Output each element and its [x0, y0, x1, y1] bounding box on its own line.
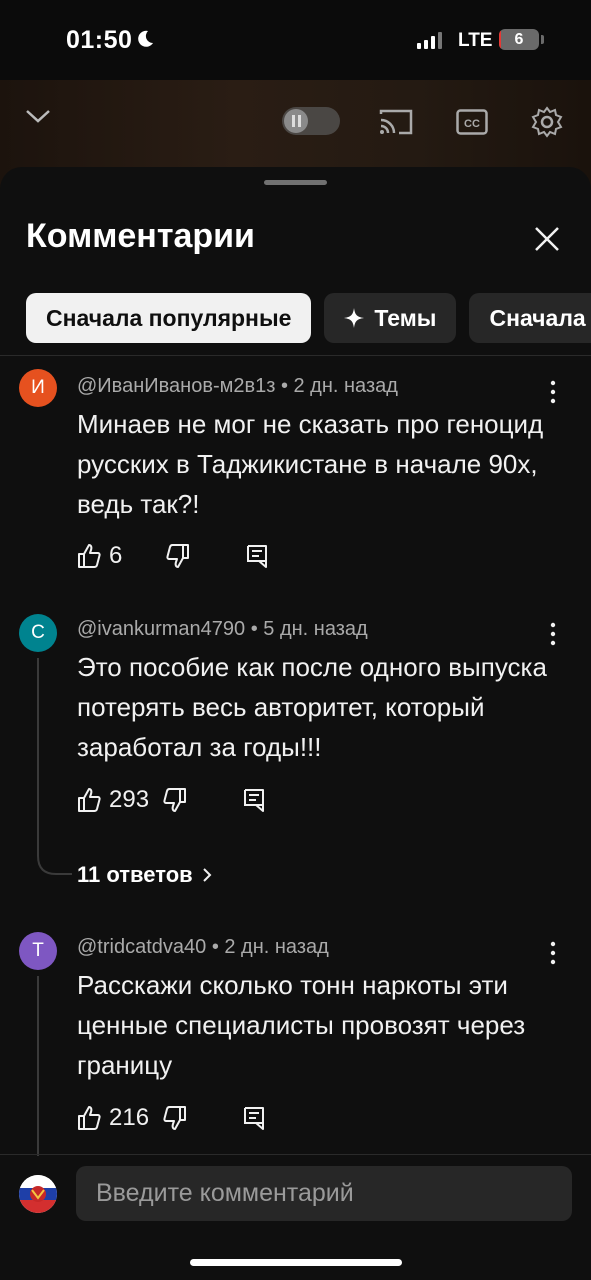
chip-label: Сначала популярные: [46, 305, 292, 331]
reply-button[interactable]: [246, 544, 268, 568]
comment-meta[interactable]: @tridcatdva40 • 2 дн. назад: [77, 936, 329, 959]
close-icon[interactable]: [530, 222, 564, 256]
reply-button[interactable]: [243, 788, 265, 812]
avatar-letter: И: [31, 377, 45, 398]
reply-button[interactable]: [243, 1106, 265, 1130]
sort-chips: Сначала популярные Темы Сначала: [26, 293, 591, 343]
dislike-button[interactable]: [163, 787, 187, 813]
dislike-button[interactable]: [166, 543, 190, 569]
thread-line: [37, 658, 72, 875]
like-button[interactable]: 6: [77, 542, 122, 570]
replies-button[interactable]: 11 ответов: [77, 862, 213, 888]
chip-newest[interactable]: Сначала: [469, 293, 591, 343]
chip-label: Темы: [374, 305, 437, 331]
like-count: 216: [109, 1104, 150, 1131]
thumb-down-icon: [163, 1106, 187, 1130]
avatar-letter: C: [31, 622, 45, 643]
avatar[interactable]: T: [19, 932, 57, 970]
chevron-right-icon: [202, 868, 212, 882]
comment-text: Минаев не мог не сказать про геноцид рус…: [77, 409, 544, 519]
more-vert-icon[interactable]: [541, 938, 565, 968]
chip-label: Сначала: [489, 305, 586, 331]
chip-topics[interactable]: Темы: [324, 293, 457, 343]
thumb-up-icon: [78, 544, 101, 568]
status-bar: 01:50 LTE 6: [0, 0, 591, 80]
moon-icon: [138, 30, 153, 47]
signal-icon: [417, 31, 442, 49]
drag-handle[interactable]: [264, 180, 327, 185]
more-vert-icon[interactable]: [541, 619, 565, 649]
like-count: 6: [109, 542, 123, 569]
comment-meta[interactable]: @ИванИванов-м2в1з • 2 дн. назад: [77, 375, 398, 398]
battery-tip: [541, 35, 544, 44]
thumb-up-icon: [78, 1106, 101, 1130]
like-button[interactable]: 216: [77, 1104, 149, 1132]
captions-icon[interactable]: CC: [456, 109, 488, 135]
more-vert-icon[interactable]: [541, 377, 565, 407]
avatar[interactable]: C: [19, 614, 57, 652]
chip-popular[interactable]: Сначала популярные: [26, 293, 312, 343]
replies-label: 11 ответов: [77, 862, 193, 887]
avatar[interactable]: И: [19, 369, 57, 407]
thumb-down-icon: [166, 544, 190, 568]
pause-icon[interactable]: [282, 107, 340, 135]
avatar-letter: T: [32, 940, 44, 961]
comment-meta[interactable]: @ivankurman4790 • 5 дн. назад: [77, 618, 368, 641]
like-count: 293: [109, 786, 150, 813]
comment-actions: 216: [77, 1104, 265, 1132]
divider: [0, 355, 591, 356]
like-button[interactable]: 293: [77, 786, 149, 814]
settings-icon[interactable]: [531, 106, 563, 138]
reply-icon: [244, 1107, 265, 1130]
comment-input[interactable]: [76, 1166, 572, 1221]
user-avatar[interactable]: [19, 1175, 57, 1213]
comment-actions: 293: [77, 786, 265, 814]
thread-line: [37, 976, 39, 1156]
dislike-button[interactable]: [163, 1105, 187, 1131]
status-time: 01:50: [66, 26, 133, 54]
cast-icon[interactable]: [379, 108, 413, 136]
chevron-down-icon[interactable]: [24, 106, 52, 126]
network-label: LTE: [458, 30, 493, 51]
divider: [0, 1154, 591, 1155]
battery-percent: 6: [514, 31, 524, 48]
sparkle-icon: [344, 308, 365, 328]
home-indicator[interactable]: [190, 1259, 402, 1266]
thumb-down-icon: [163, 788, 187, 812]
user-avatar-image: [19, 1175, 57, 1213]
battery-icon: 6: [499, 29, 539, 50]
reply-icon: [244, 789, 265, 812]
comment-actions: 6: [77, 542, 268, 570]
comment-text: Это пособие как после одного выпуска пот…: [77, 652, 547, 762]
sheet-title: Комментарии: [26, 217, 255, 255]
thumb-up-icon: [78, 788, 101, 812]
reply-icon: [247, 545, 268, 568]
comment-text: Расскажи сколько тонн наркоты эти ценные…: [77, 970, 526, 1080]
svg-text:CC: CC: [464, 118, 480, 130]
